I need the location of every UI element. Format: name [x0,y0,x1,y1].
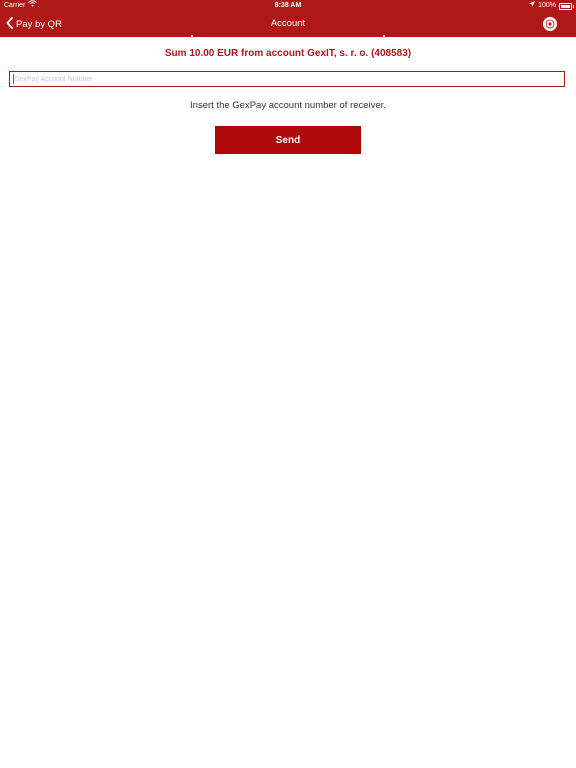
nav-bar: Pay by QR Account [0,12,576,37]
instruction-text: Insert the GexPay account number of rece… [190,100,386,111]
status-right: 100% [529,0,574,12]
segment-divider [0,35,193,38]
payment-summary: Sum 10.00 EUR from account GexIT, s. r. … [164,48,412,59]
top-bar: Carrier 8:38 AM 100% Pay by QR Account [0,0,576,38]
location-arrow-icon [529,0,536,12]
segment-strip [0,35,576,38]
battery-percent: 100% [538,2,556,9]
account-number-input[interactable] [9,71,565,87]
gexpay-logo-icon[interactable] [543,17,557,31]
status-bar: Carrier 8:38 AM 100% [0,0,576,12]
text-caret [13,74,14,84]
page-title: Account [270,18,306,29]
segment-divider [193,35,386,38]
battery-icon [559,2,574,10]
app-screen: Carrier 8:38 AM 100% Pay by QR Account S… [0,0,576,768]
segment-divider [385,35,576,38]
send-button[interactable]: Send [215,126,361,154]
status-time: 8:38 AM [274,2,302,9]
